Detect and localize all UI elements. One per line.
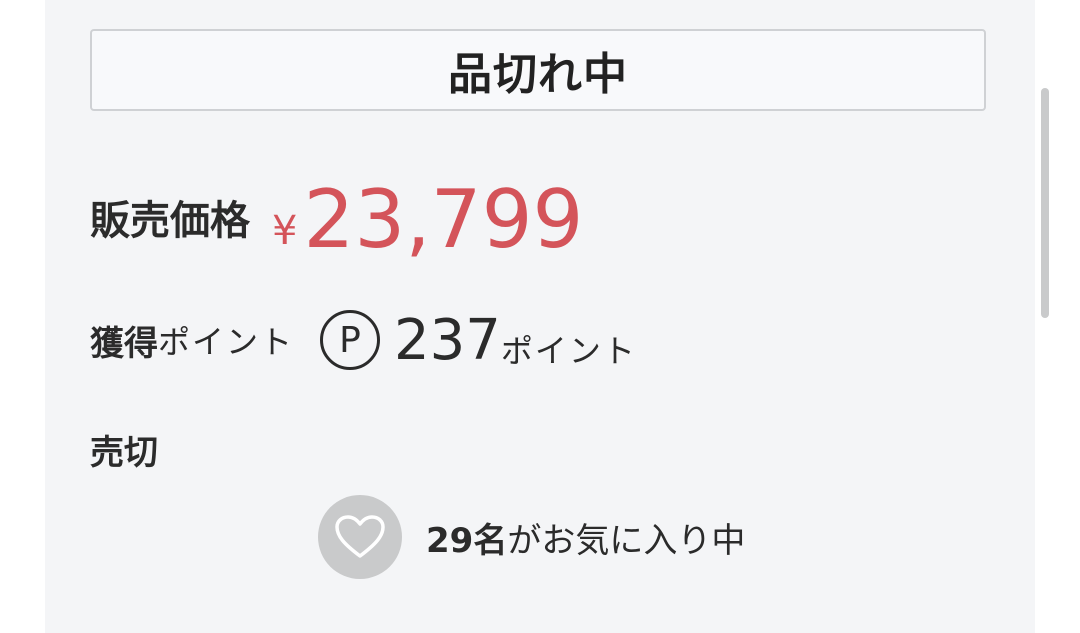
favorite-suffix: がお気に入り中 — [507, 520, 746, 561]
availability-status: 売切 — [90, 433, 158, 473]
point-icon: P — [320, 310, 381, 370]
point-icon-letter: P — [339, 319, 361, 361]
page: 品切れ中 販売価格 ¥ 23,799 獲得 ポイント P 237 ポイント 売切 — [0, 0, 1080, 633]
currency-symbol: ¥ — [272, 208, 298, 254]
scrollbar[interactable] — [1041, 88, 1049, 318]
price-row: 販売価格 ¥ 23,799 — [90, 178, 583, 268]
points-label-sub: ポイント — [158, 323, 295, 361]
favorite-count: 29名 — [426, 520, 508, 561]
favorite-row: 29名がお気に入り中 — [318, 495, 745, 579]
points-label-main: 獲得 — [90, 323, 158, 364]
heart-icon — [335, 515, 385, 558]
soldout-button[interactable]: 品切れ中 — [90, 29, 986, 111]
points-value: 237 — [394, 307, 501, 373]
soldout-label: 品切れ中 — [448, 49, 628, 100]
product-panel: 品切れ中 販売価格 ¥ 23,799 獲得 ポイント P 237 ポイント 売切 — [45, 0, 1035, 633]
price-value: 23,799 — [303, 173, 584, 266]
favorite-count-text: 29名がお気に入り中 — [426, 513, 745, 562]
points-row: 獲得 ポイント P 237 ポイント — [90, 305, 637, 375]
points-unit: ポイント — [500, 332, 637, 370]
favorite-button[interactable] — [318, 495, 402, 579]
price-label: 販売価格 — [90, 198, 250, 244]
